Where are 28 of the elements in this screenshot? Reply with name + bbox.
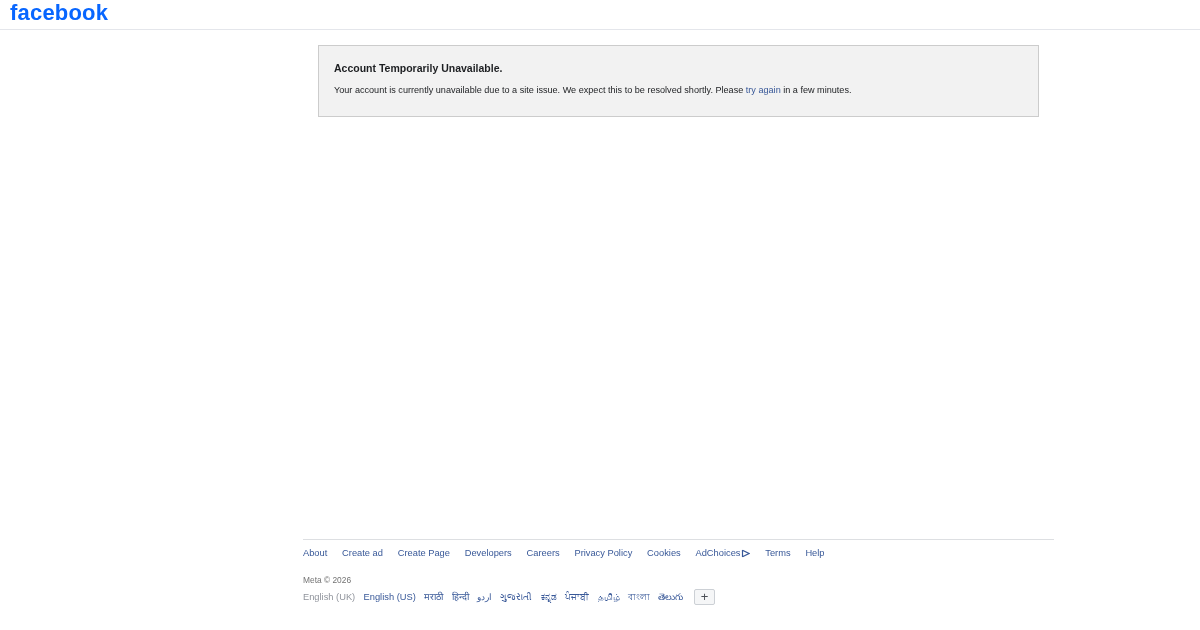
try-again-link[interactable]: try again <box>745 85 781 95</box>
footer-link[interactable]: Create ad <box>342 547 383 559</box>
footer-link[interactable]: Create Page <box>397 547 450 559</box>
footer-link[interactable]: AdChoices <box>695 547 751 559</box>
play-triangle-icon <box>741 548 751 558</box>
footer-link[interactable]: Terms <box>765 547 791 559</box>
current-language: English (UK) <box>303 592 356 602</box>
language-link[interactable]: ਪੰਜਾਬੀ <box>565 591 590 603</box>
more-languages-button[interactable]: + <box>693 589 716 605</box>
facebook-logo[interactable]: facebook <box>10 0 109 26</box>
footer-link[interactable]: Cookies <box>647 547 681 559</box>
language-link[interactable]: தமிழ் <box>597 591 620 603</box>
language-link[interactable]: తెలుగు <box>658 591 684 603</box>
notice-title: Account Temporarily Unavailable. <box>334 62 504 75</box>
footer-link[interactable]: Developers <box>464 547 512 559</box>
footer-link[interactable]: Privacy Policy <box>574 547 633 559</box>
language-link[interactable]: English (US) <box>363 591 416 603</box>
footer-link[interactable]: About <box>303 547 328 559</box>
language-link[interactable]: اردو <box>476 591 492 603</box>
notice-message: Your account is currently unavailable due to a site issue. We expect this to be resolved shortly. Please try again in a few minutes. <box>334 84 853 96</box>
language-link[interactable]: ಕನ್ನಡ <box>540 591 557 603</box>
language-link[interactable]: हिन्दी <box>451 591 469 603</box>
language-link[interactable]: ગુજરાતી <box>500 591 533 603</box>
footer-link[interactable]: Help <box>805 547 825 559</box>
copyright-text: Meta © 2026 <box>303 575 352 586</box>
footer-link[interactable]: Careers <box>526 547 560 559</box>
language-link[interactable]: मराठी <box>424 591 444 603</box>
language-link[interactable]: বাংলা <box>627 591 650 603</box>
